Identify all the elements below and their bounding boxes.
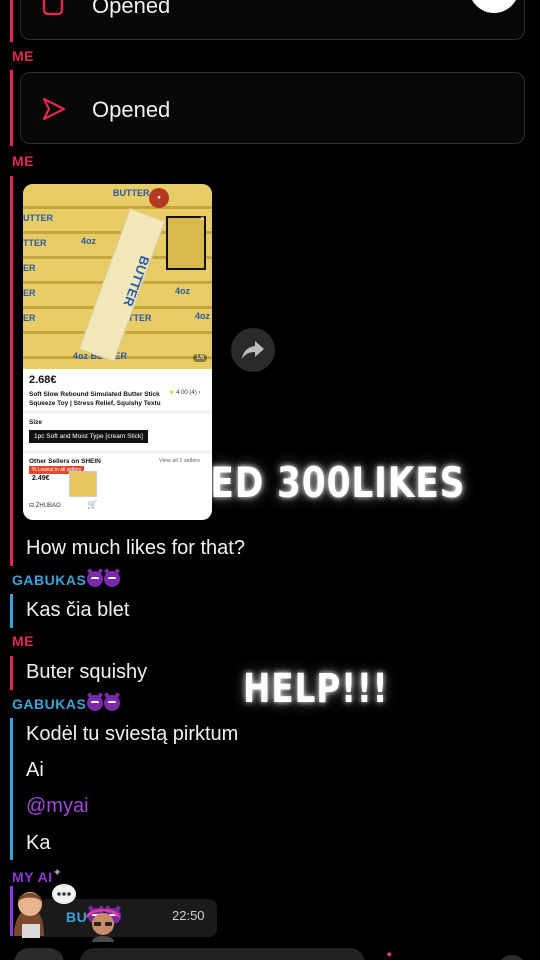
butter-label: BUTTER bbox=[113, 188, 150, 198]
devil-emoji-icon bbox=[104, 571, 121, 587]
overlay-caption-need-likes: I NEED 300LIKES bbox=[130, 458, 466, 507]
close-icon: × bbox=[200, 214, 205, 223]
rating-value: 4.00 (4) bbox=[176, 390, 197, 396]
devil-emoji-icon bbox=[104, 695, 121, 711]
devil-emoji-icon bbox=[87, 571, 104, 587]
product-price: 2.68€ bbox=[29, 374, 57, 386]
message-bar-me bbox=[10, 176, 13, 566]
sender-gabukas: GABUKAS bbox=[12, 695, 121, 712]
sender-me: ME bbox=[12, 153, 34, 169]
thumbnail-preview bbox=[166, 216, 206, 270]
devil-emoji-icon bbox=[87, 695, 104, 711]
chat-input[interactable] bbox=[80, 948, 365, 960]
seller-price: 2.49€ bbox=[32, 475, 50, 482]
brand-badge: ● bbox=[149, 188, 169, 208]
my-ai-bitmoji-avatar[interactable] bbox=[8, 878, 76, 938]
forward-arrow-icon bbox=[242, 341, 264, 359]
mention-link[interactable]: @myai bbox=[26, 795, 89, 818]
product-rating: ★ 4.00 (4) › bbox=[169, 390, 201, 396]
message-text: Kas čia blet bbox=[26, 599, 130, 621]
camera-button[interactable] bbox=[14, 948, 64, 960]
message-text: Kodėl tu sviestą pirktum bbox=[26, 723, 239, 745]
star-icon: ★ bbox=[169, 390, 175, 396]
butter-stick: BUTTER bbox=[78, 208, 166, 362]
seller-name-text: ZHUBAO bbox=[35, 503, 61, 509]
message-text: Ai bbox=[26, 759, 44, 781]
butter-size-label: 4oz bbox=[81, 236, 97, 246]
send-icon bbox=[42, 0, 64, 16]
opened-snap-box-2[interactable]: Opened bbox=[20, 72, 525, 144]
sender-gabukas-name: GABUKAS bbox=[12, 696, 87, 712]
divider bbox=[23, 410, 212, 414]
message-text: Ka bbox=[26, 832, 51, 854]
message-bar-me bbox=[10, 70, 13, 146]
image-pager: 1/6 bbox=[193, 354, 208, 362]
message-text: How much likes for that? bbox=[26, 537, 245, 559]
sender-gabukas: GABUKAS bbox=[12, 571, 121, 588]
sender-me: ME bbox=[12, 48, 34, 64]
opened-label: Opened bbox=[92, 0, 171, 18]
overlay-caption-help: HELP!!! bbox=[243, 666, 389, 712]
seller-name: ⊟ ZHUBAO bbox=[29, 503, 61, 509]
message-bar-gabukas bbox=[10, 594, 13, 628]
sender-me: ME bbox=[12, 633, 34, 649]
message-bar-me bbox=[10, 0, 13, 42]
message-bar-gabukas bbox=[10, 718, 13, 860]
product-title: Soft Slow Rebound Simulated Butter Stick… bbox=[29, 391, 161, 407]
message-text: Buter squishy bbox=[26, 661, 148, 683]
size-option-chip: 1pc Soft and Moist Type [cream Stick] bbox=[29, 430, 148, 443]
seller-product-thumb bbox=[69, 471, 97, 497]
message-bar-me bbox=[10, 656, 13, 690]
butter-product-photo: BUTTER UTTER TTER 4oz ER ER 4oz ER BUTTER 4o… bbox=[23, 184, 212, 369]
camera-icon[interactable] bbox=[469, 0, 519, 13]
divider bbox=[23, 450, 212, 454]
other-sellers-title: Other Sellers on SHEIN bbox=[29, 458, 101, 465]
forward-button[interactable] bbox=[231, 328, 275, 372]
cart-icon: 🛒 bbox=[87, 500, 97, 509]
friend-bitmoji-avatar[interactable] bbox=[80, 904, 126, 942]
opened-snap-box-1[interactable]: Opened bbox=[20, 0, 525, 40]
sparkle-icon[interactable]: ✦ bbox=[385, 950, 393, 960]
size-label: Size bbox=[29, 419, 43, 426]
sent-arrow-icon bbox=[42, 97, 66, 121]
opened-label: Opened bbox=[92, 97, 171, 122]
sender-gabukas-name: GABUKAS bbox=[12, 572, 87, 588]
timestamp: 22:50 bbox=[172, 908, 205, 923]
